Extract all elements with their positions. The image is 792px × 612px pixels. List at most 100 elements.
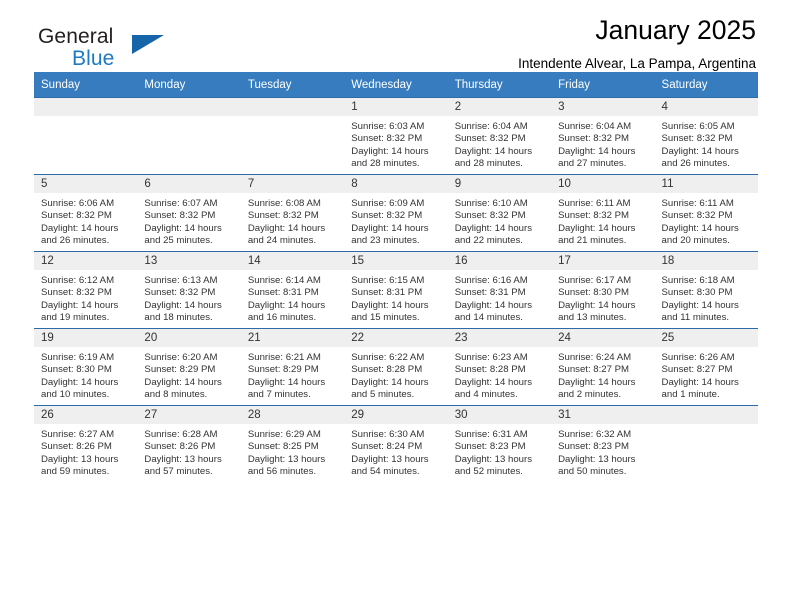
calendar-day-cell[interactable]: 30 Sunrise: 6:31 AM Sunset: 8:23 PM Dayligh…	[447, 405, 552, 482]
general-blue-logo[interactable]: General Blue	[38, 26, 164, 69]
day-number: 21	[240, 329, 345, 347]
calendar-day-cell[interactable]: 10 Sunrise: 6:11 AM Sunset: 8:32 PM Dayligh…	[551, 174, 655, 252]
day-detail-line: and 2 minutes.	[558, 388, 622, 400]
day-detail-line: Daylight: 14 hours	[558, 145, 636, 157]
weekday-header-monday: Monday	[137, 72, 241, 98]
day-detail-line: Sunrise: 6:04 AM	[454, 121, 528, 132]
day-detail-line: Daylight: 13 hours	[247, 453, 326, 465]
day-sun-details: Sunrise: 6:09 AM Sunset: 8:32 PM Daylight:…	[344, 193, 447, 247]
day-detail-line: Sunrise: 6:18 AM	[661, 275, 735, 286]
calendar-week-row: 12 Sunrise: 6:12 AM Sunset: 8:32 PM Dayligh…	[34, 251, 758, 329]
day-detail-line: and 7 minutes.	[247, 388, 311, 400]
day-sun-details: Sunrise: 6:19 AM Sunset: 8:30 PM Daylight:…	[34, 347, 137, 401]
day-number: 26	[34, 406, 138, 424]
day-detail-line: Daylight: 14 hours	[558, 299, 636, 311]
day-number: 13	[137, 252, 241, 270]
day-detail-line: and 23 minutes.	[351, 234, 420, 246]
day-detail-line: Daylight: 14 hours	[247, 222, 326, 234]
calendar-day-cell[interactable]: 7 Sunrise: 6:08 AM Sunset: 8:32 PM Daylight…	[240, 174, 345, 252]
day-sun-details: Sunrise: 6:24 AM Sunset: 8:27 PM Daylight:…	[551, 347, 654, 401]
day-detail-line: Daylight: 14 hours	[454, 145, 533, 157]
day-detail-line: and 27 minutes.	[558, 157, 627, 169]
day-detail-line: and 24 minutes.	[247, 234, 317, 246]
day-detail-line: Daylight: 14 hours	[558, 376, 636, 388]
page-header: General Blue January 2025 Intendente Alv…	[34, 0, 758, 72]
day-detail-line: Sunrise: 6:31 AM	[454, 429, 528, 440]
calendar-day-cell[interactable]: 4 Sunrise: 6:05 AM Sunset: 8:32 PM Daylight…	[654, 97, 758, 175]
calendar-day-cell[interactable]: 18 Sunrise: 6:18 AM Sunset: 8:30 PM Dayligh…	[654, 251, 758, 329]
day-detail-line: Sunrise: 6:16 AM	[454, 275, 528, 286]
calendar-day-cell[interactable]: 29 Sunrise: 6:30 AM Sunset: 8:24 PM Dayligh…	[344, 405, 448, 482]
calendar-day-cell[interactable]: 23 Sunrise: 6:23 AM Sunset: 8:28 PM Dayligh…	[447, 328, 552, 406]
day-detail-line: Sunset: 8:26 PM	[144, 441, 216, 453]
calendar-day-cell[interactable]: 25 Sunrise: 6:26 AM Sunset: 8:27 PM Dayligh…	[654, 328, 758, 406]
day-detail-line: and 59 minutes.	[41, 465, 110, 477]
day-sun-details: Sunrise: 6:21 AM Sunset: 8:29 PM Daylight:…	[241, 347, 344, 401]
day-detail-line: and 1 minute.	[661, 388, 720, 400]
day-detail-line: Sunset: 8:28 PM	[454, 364, 526, 376]
day-sun-details: Sunrise: 6:29 AM Sunset: 8:25 PM Daylight:…	[241, 424, 344, 478]
day-detail-line: Sunrise: 6:13 AM	[144, 275, 218, 286]
calendar-body: 1 Sunrise: 6:03 AM Sunset: 8:32 PM Daylight…	[34, 97, 758, 482]
day-sun-details: Sunrise: 6:12 AM Sunset: 8:32 PM Daylight:…	[34, 270, 137, 324]
day-detail-line: Sunrise: 6:26 AM	[661, 352, 735, 363]
day-detail-line: Sunset: 8:23 PM	[454, 441, 526, 453]
calendar-day-cell[interactable]: 27 Sunrise: 6:28 AM Sunset: 8:26 PM Dayligh…	[137, 405, 241, 482]
day-detail-line: and 15 minutes.	[351, 311, 420, 323]
weekday-header-friday: Friday	[551, 72, 655, 98]
day-sun-details: Sunrise: 6:11 AM Sunset: 8:32 PM Daylight:…	[551, 193, 654, 247]
day-detail-line: Sunrise: 6:11 AM	[661, 198, 734, 209]
calendar-day-cell[interactable]: 11 Sunrise: 6:11 AM Sunset: 8:32 PM Dayligh…	[654, 174, 758, 252]
calendar-day-cell[interactable]: 31 Sunrise: 6:32 AM Sunset: 8:23 PM Dayligh…	[551, 405, 655, 482]
day-detail-line: Sunrise: 6:28 AM	[144, 429, 218, 440]
day-number: 16	[447, 252, 552, 270]
calendar-day-cell[interactable]: 28 Sunrise: 6:29 AM Sunset: 8:25 PM Dayligh…	[240, 405, 345, 482]
day-sun-details: Sunrise: 6:31 AM Sunset: 8:23 PM Daylight:…	[448, 424, 551, 478]
day-sun-details: Sunrise: 6:18 AM Sunset: 8:30 PM Daylight:…	[655, 270, 758, 324]
calendar-day-cell[interactable]: 1 Sunrise: 6:03 AM Sunset: 8:32 PM Daylight…	[344, 97, 448, 175]
day-detail-line: and 21 minutes.	[558, 234, 627, 246]
calendar-day-cell[interactable]: 20 Sunrise: 6:20 AM Sunset: 8:29 PM Dayligh…	[137, 328, 241, 406]
calendar-day-cell[interactable]: 6 Sunrise: 6:07 AM Sunset: 8:32 PM Daylight…	[137, 174, 241, 252]
day-number: 2	[447, 98, 552, 116]
day-detail-line: and 16 minutes.	[247, 311, 317, 323]
day-detail-line: Daylight: 14 hours	[351, 222, 429, 234]
calendar-day-cell[interactable]: 9 Sunrise: 6:10 AM Sunset: 8:32 PM Daylight…	[447, 174, 552, 252]
day-detail-line: Daylight: 13 hours	[351, 453, 429, 465]
calendar-day-cell[interactable]: 8 Sunrise: 6:09 AM Sunset: 8:32 PM Daylight…	[344, 174, 448, 252]
calendar-day-cell[interactable]: 15 Sunrise: 6:15 AM Sunset: 8:31 PM Dayligh…	[344, 251, 448, 329]
day-number: 14	[240, 252, 345, 270]
calendar-day-cell[interactable]: 21 Sunrise: 6:21 AM Sunset: 8:29 PM Dayligh…	[240, 328, 345, 406]
day-sun-details: Sunrise: 6:32 AM Sunset: 8:23 PM Daylight:…	[551, 424, 654, 478]
calendar-day-cell[interactable]: 12 Sunrise: 6:12 AM Sunset: 8:32 PM Dayligh…	[34, 251, 138, 329]
calendar-day-cell[interactable]: 14 Sunrise: 6:14 AM Sunset: 8:31 PM Dayligh…	[240, 251, 345, 329]
day-detail-line: and 14 minutes.	[454, 311, 523, 323]
day-detail-line: and 18 minutes.	[144, 311, 213, 323]
calendar-day-cell[interactable]: 24 Sunrise: 6:24 AM Sunset: 8:27 PM Dayligh…	[551, 328, 655, 406]
day-detail-line: and 5 minutes.	[351, 388, 415, 400]
calendar-day-cell[interactable]: 22 Sunrise: 6:22 AM Sunset: 8:28 PM Dayligh…	[344, 328, 448, 406]
day-sun-details: Sunrise: 6:20 AM Sunset: 8:29 PM Daylight:…	[137, 347, 240, 401]
calendar-day-cell[interactable]: 5 Sunrise: 6:06 AM Sunset: 8:32 PM Daylight…	[34, 174, 138, 252]
day-detail-line: Sunset: 8:32 PM	[144, 287, 216, 299]
day-detail-line: Daylight: 14 hours	[41, 222, 119, 234]
day-detail-line: Sunrise: 6:06 AM	[41, 198, 115, 209]
calendar-day-cell[interactable]: 16 Sunrise: 6:16 AM Sunset: 8:31 PM Dayligh…	[447, 251, 552, 329]
triangle-icon	[132, 35, 164, 54]
day-detail-line: Sunrise: 6:09 AM	[351, 198, 425, 209]
calendar-day-cell[interactable]: 3 Sunrise: 6:04 AM Sunset: 8:32 PM Daylight…	[551, 97, 655, 175]
day-detail-line: Daylight: 14 hours	[351, 299, 429, 311]
calendar-day-cell[interactable]: 2 Sunrise: 6:04 AM Sunset: 8:32 PM Daylight…	[447, 97, 552, 175]
day-detail-line: and 4 minutes.	[454, 388, 518, 400]
day-number: 19	[34, 329, 138, 347]
day-detail-line: Daylight: 14 hours	[661, 376, 739, 388]
day-detail-line: Sunset: 8:31 PM	[351, 287, 423, 299]
calendar-day-cell[interactable]: 19 Sunrise: 6:19 AM Sunset: 8:30 PM Dayligh…	[34, 328, 138, 406]
day-sun-details: Sunrise: 6:04 AM Sunset: 8:32 PM Daylight:…	[551, 116, 654, 170]
calendar-day-cell[interactable]: 17 Sunrise: 6:17 AM Sunset: 8:30 PM Dayligh…	[551, 251, 655, 329]
day-detail-line: Daylight: 14 hours	[661, 222, 739, 234]
day-number: 25	[654, 329, 758, 347]
calendar-day-cell[interactable]: 26 Sunrise: 6:27 AM Sunset: 8:26 PM Dayligh…	[34, 405, 138, 482]
calendar-day-cell[interactable]: 13 Sunrise: 6:13 AM Sunset: 8:32 PM Dayligh…	[137, 251, 241, 329]
day-detail-line: Sunrise: 6:32 AM	[558, 429, 632, 440]
